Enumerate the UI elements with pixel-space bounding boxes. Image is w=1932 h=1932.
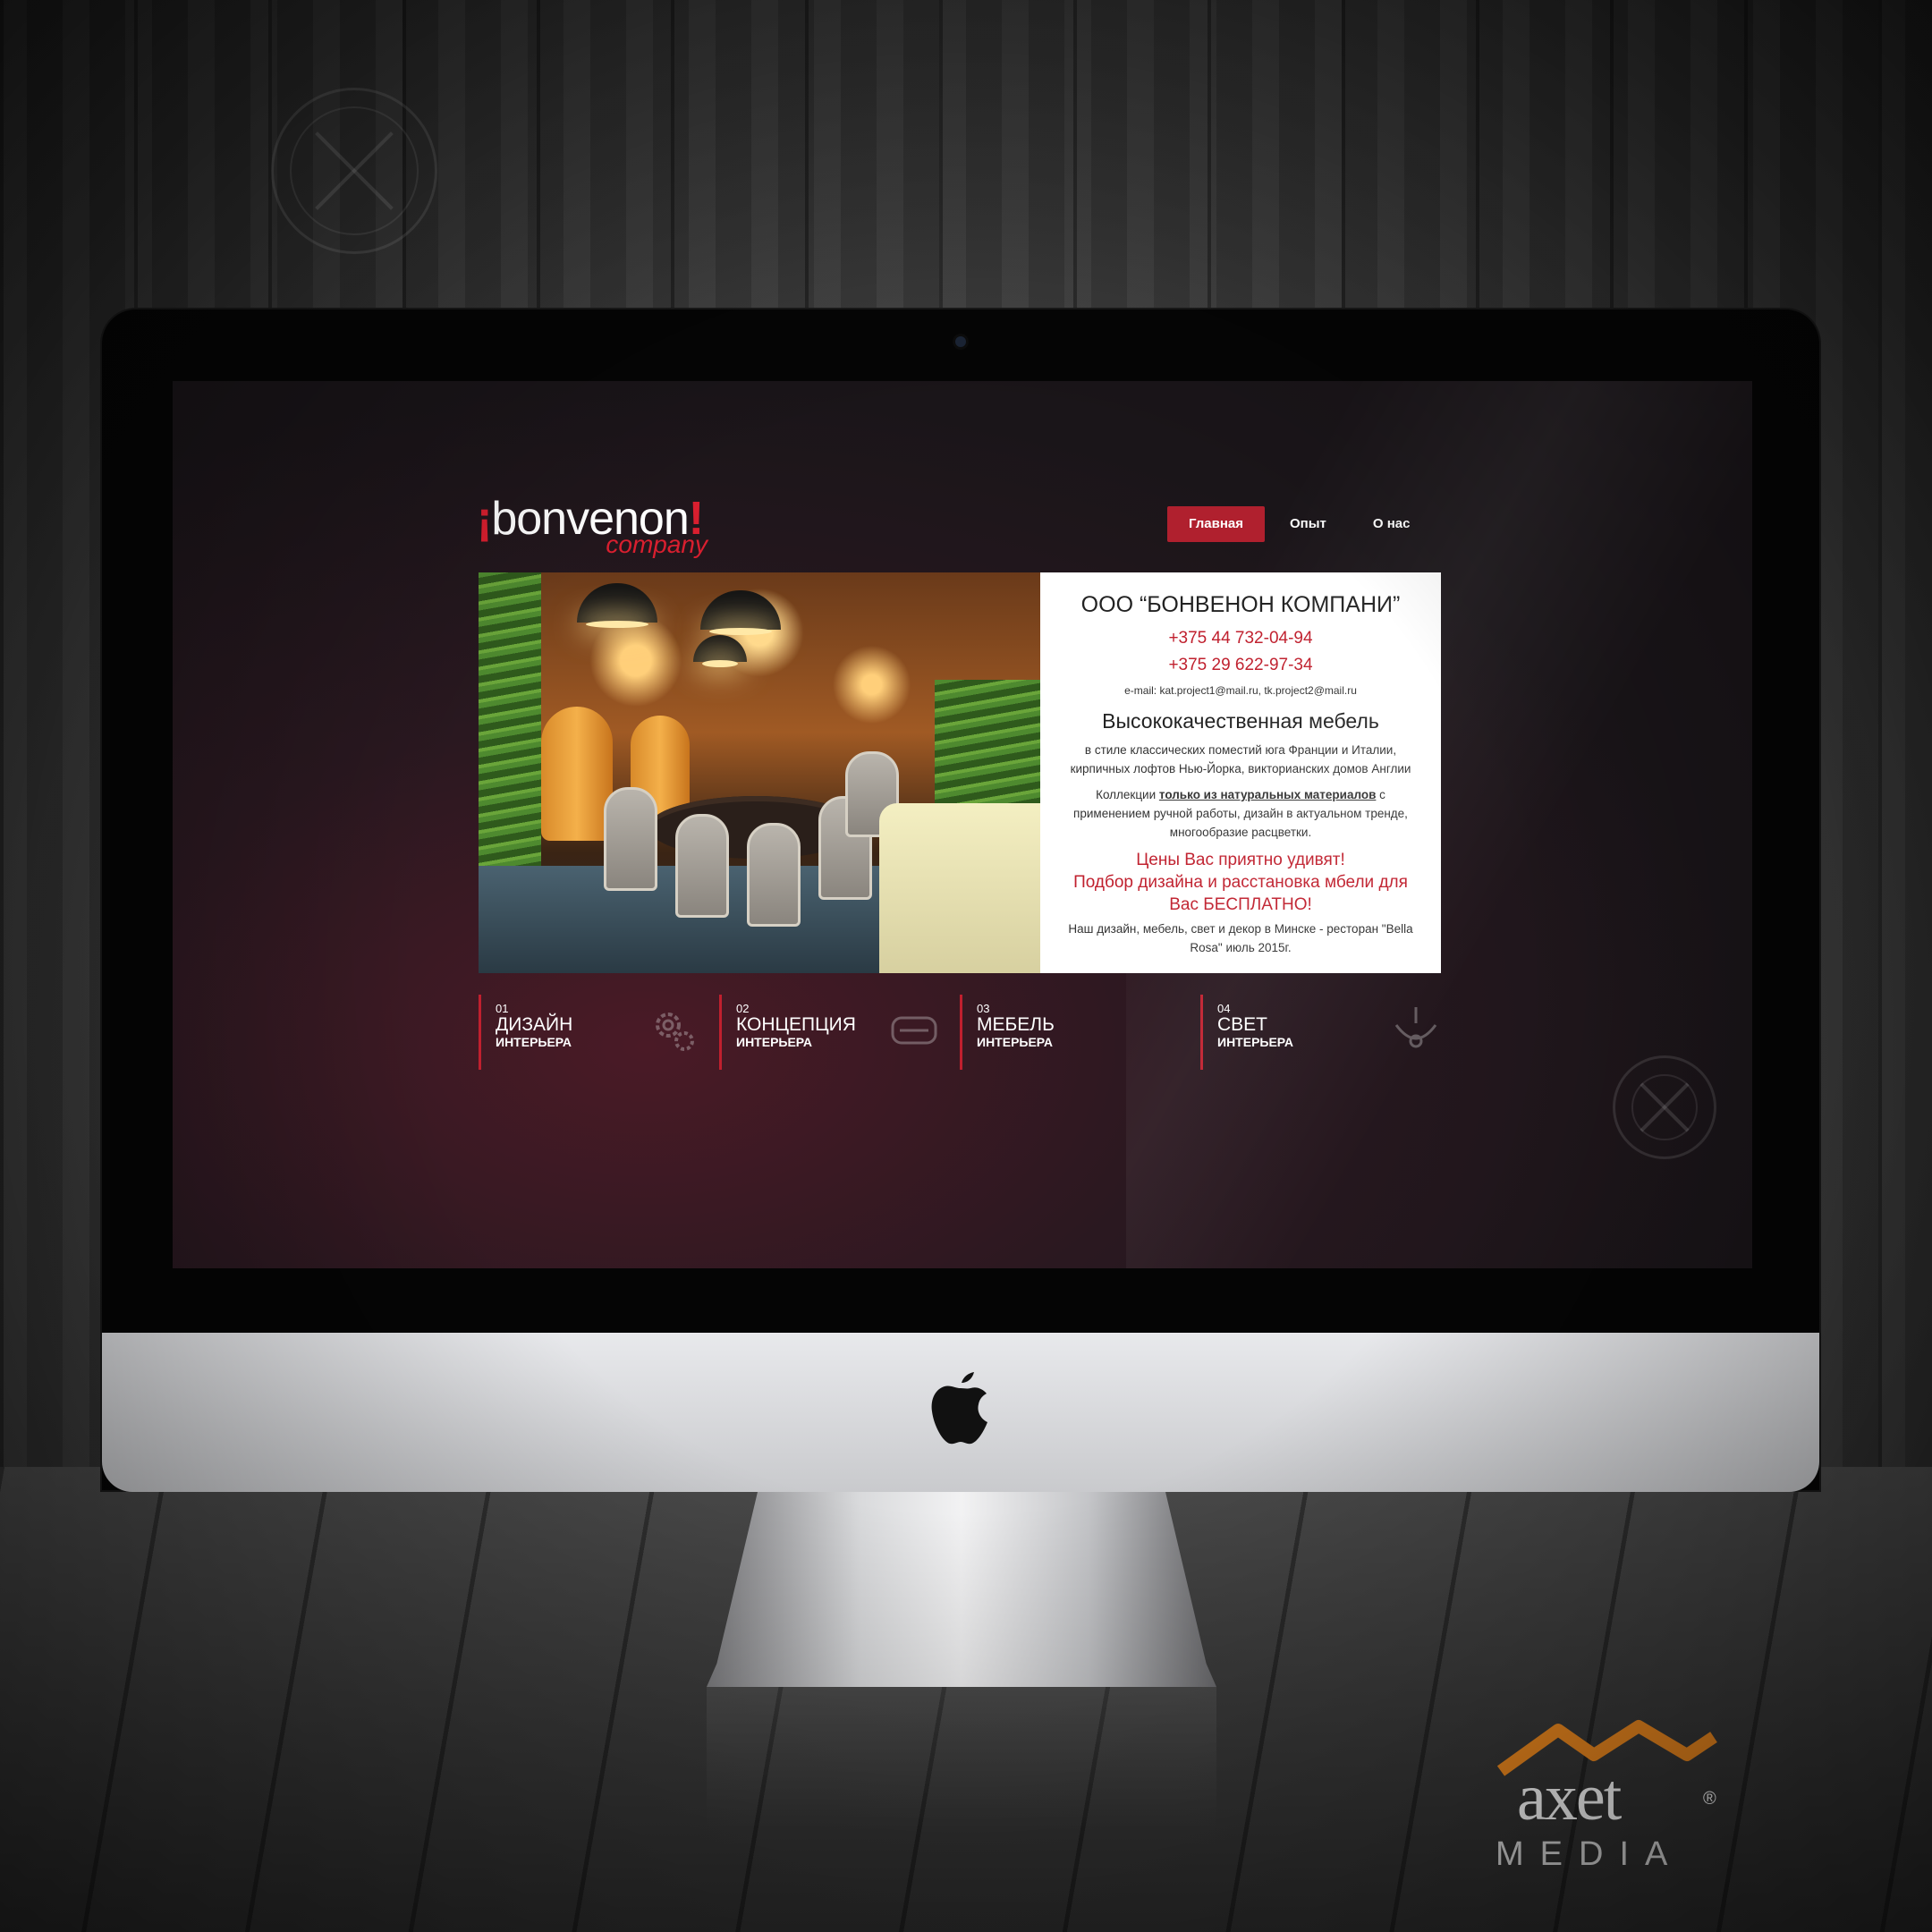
brand-axet-text: axet: [1517, 1761, 1622, 1835]
project-note: Наш дизайн, мебель, свет и декор в Минск…: [1068, 922, 1413, 954]
company-name: ООО “БОНВЕНОН КОМПАНИ”: [1080, 592, 1401, 617]
website-screen: ¡bonvenon! company Главная Опыт О нас ОО…: [173, 381, 1752, 1268]
apple-logo-icon: [931, 1372, 987, 1445]
phone-2[interactable]: +375 29 622-97-34: [1062, 652, 1419, 679]
emblem-watermark: [271, 88, 437, 254]
main-nav: Главная Опыт О нас: [1167, 506, 1432, 542]
logo-sub-text: company: [606, 530, 708, 558]
restaurant-photo: [479, 572, 1040, 973]
hero-banner: ООО “БОНВЕНОН КОМПАНИ” +375 44 732-04-94…: [479, 572, 1441, 973]
hero-text: ООО “БОНВЕНОН КОМПАНИ” +375 44 732-04-94…: [1040, 572, 1441, 973]
phone-1[interactable]: +375 44 732-04-94: [1062, 625, 1419, 652]
camera-icon: [955, 336, 966, 347]
site-logo[interactable]: ¡bonvenon! company: [477, 492, 718, 564]
natural-materials-link[interactable]: только из натуральных материалов: [1159, 788, 1377, 801]
styles-text: в стиле классических поместий юга Франци…: [1070, 743, 1411, 775]
hero-headline: Высококачественная мебель: [1102, 709, 1379, 733]
collections-text: Коллекции только из натуральных материал…: [1073, 788, 1408, 839]
sofa-icon: [891, 1016, 937, 1045]
nav-item-home[interactable]: Главная: [1167, 506, 1266, 542]
brand-media-text: MEDIA: [1496, 1835, 1684, 1873]
monitor-chin: [102, 1333, 1819, 1492]
email-line[interactable]: e-mail: kat.project1@mail.ru, tk.project…: [1062, 684, 1419, 697]
gears-icon: [656, 1013, 694, 1051]
stand-reflection: [707, 1687, 1216, 1830]
monitor-stand: [707, 1492, 1216, 1687]
nav-item-experience[interactable]: Опыт: [1268, 506, 1348, 542]
emblem-watermark-screen: [1613, 1055, 1716, 1159]
service-furniture[interactable]: 03 МЕБЕЛЬ ИНТЕРЬЕРА: [891, 995, 1200, 1070]
chandelier-icon: [1394, 1007, 1437, 1048]
nav-item-about[interactable]: О нас: [1352, 506, 1432, 542]
offer-prices: Цены Вас приятно удивят!: [1136, 851, 1345, 869]
axet-media-logo: axet ® MEDIA: [1496, 1719, 1728, 1873]
offer-free-design: Подбор дизайна и расстановка мбели для В…: [1073, 873, 1408, 914]
services-row: 01 ДИЗАЙН ИНТЕРЬЕРА 02 КОНЦЕПЦИЯ ИНТЕРЬЕ…: [479, 995, 1441, 1070]
service-lighting[interactable]: 04 СВЕТ ИНТЕРЬЕРА: [1200, 995, 1441, 1070]
brand-registered-mark: ®: [1703, 1789, 1716, 1809]
